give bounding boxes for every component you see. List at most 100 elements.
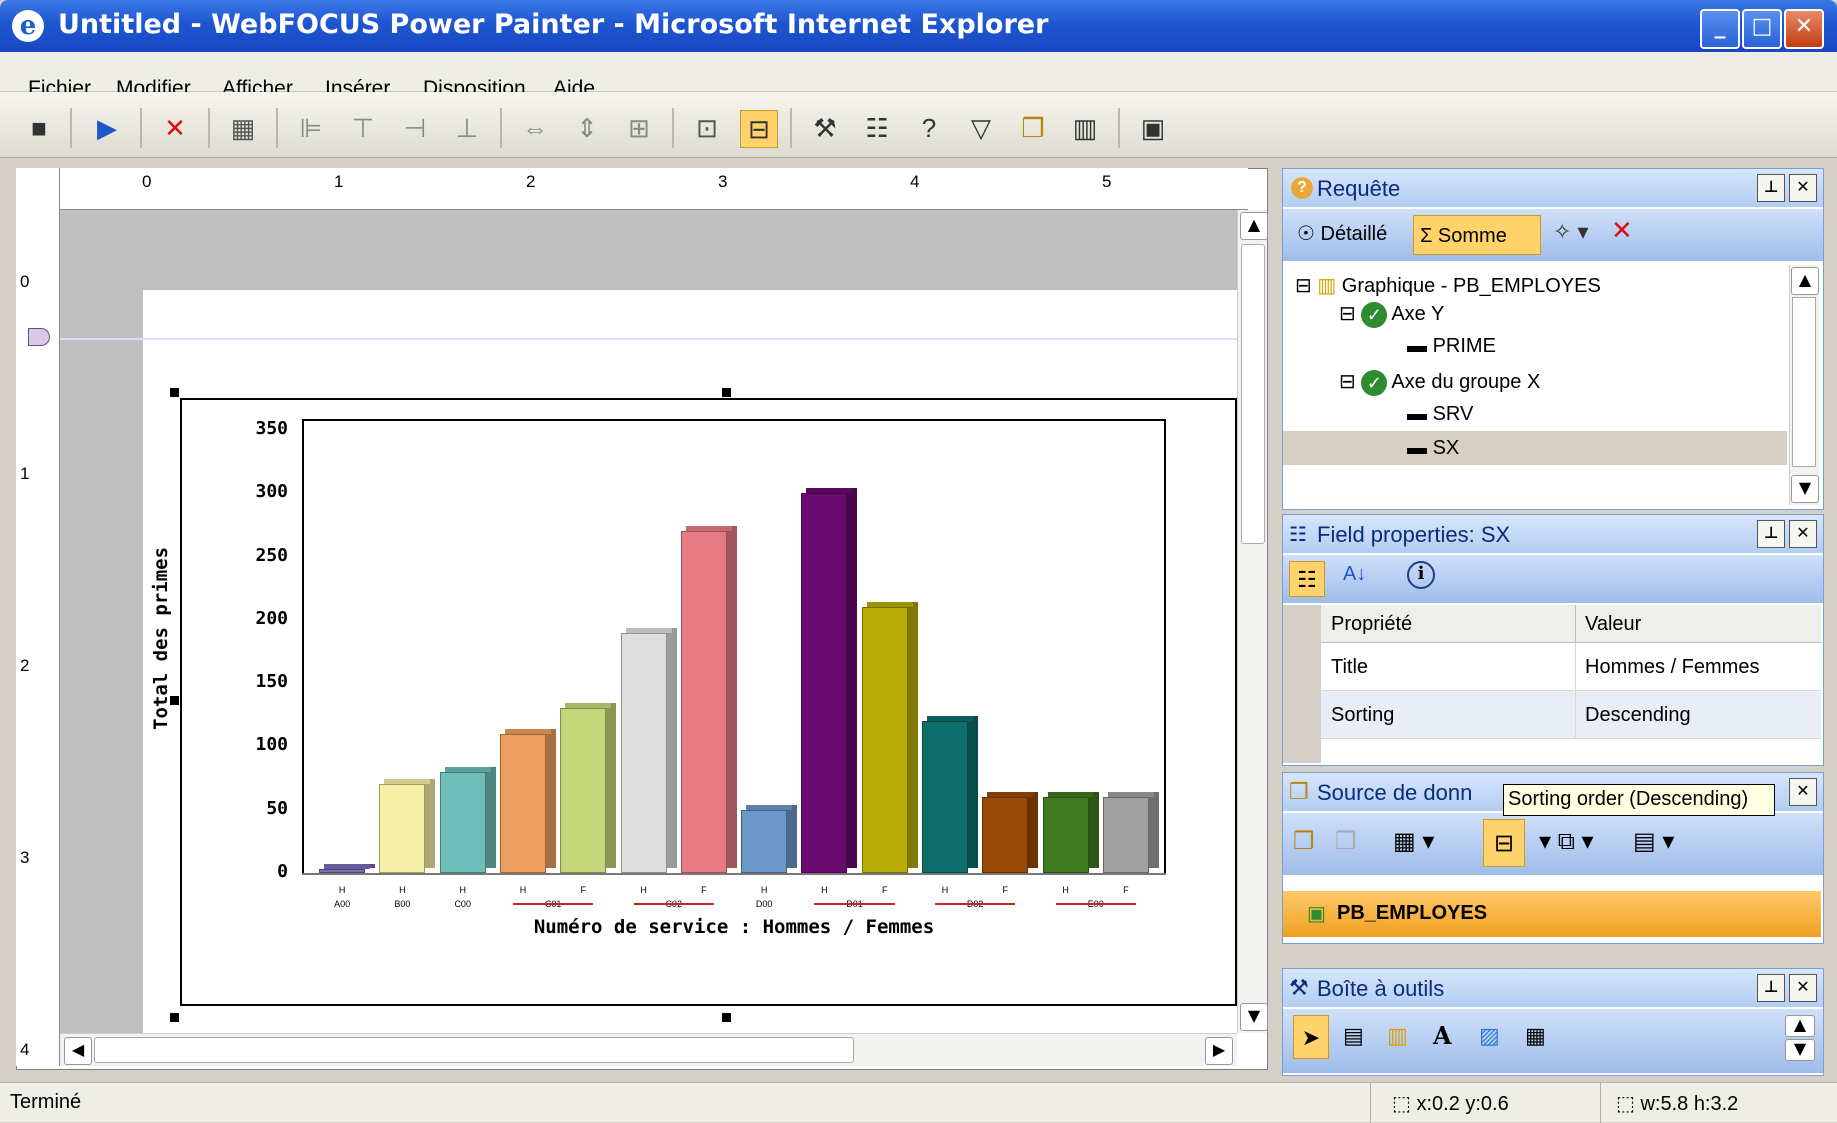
- image-tool-icon[interactable]: ▨: [1479, 1023, 1500, 1049]
- requete-title: Requête: [1317, 176, 1401, 201]
- tree-scrollbar[interactable]: ▲ ▼: [1789, 265, 1819, 505]
- toolbar-separator: [672, 108, 674, 148]
- save-icon[interactable]: ■: [24, 113, 54, 143]
- bar-top: [1107, 792, 1154, 798]
- resize-handle[interactable]: [722, 1013, 731, 1022]
- x-axis-line: [302, 873, 1166, 875]
- delete-icon[interactable]: ✕: [1611, 215, 1633, 246]
- text-tool-icon[interactable]: A: [1433, 1021, 1452, 1050]
- wand-icon[interactable]: ✧ ▾: [1553, 219, 1589, 245]
- chart-icon[interactable]: ▥: [1070, 113, 1100, 143]
- tree-node-axe-y[interactable]: ⊟ ✓ Axe Y: [1339, 301, 1444, 328]
- align-right-icon[interactable]: ⊣: [400, 113, 430, 143]
- position-readout: ⬚ x:0.2 y:0.6: [1392, 1091, 1509, 1116]
- calc-icon[interactable]: ▦ ▾: [1393, 827, 1434, 856]
- source-item[interactable]: ▣ PB_EMPLOYES: [1283, 891, 1821, 937]
- bar: [680, 531, 727, 873]
- join-icon[interactable]: ▾ ⧉ ▾: [1539, 827, 1594, 856]
- scroll-thumb[interactable]: [1792, 297, 1816, 467]
- pin-button[interactable]: ⊥: [1757, 174, 1785, 202]
- filter-icon[interactable]: ▽: [966, 113, 996, 143]
- help-icon[interactable]: ?: [914, 113, 944, 143]
- panel-close-button[interactable]: ✕: [1789, 778, 1817, 806]
- scroll-up-button[interactable]: ▲: [1240, 212, 1268, 240]
- bar-side: [606, 703, 617, 868]
- datasource-icon[interactable]: ❒: [1018, 113, 1048, 143]
- toolbox-panel: ⚒ Boîte à outils ⊥ ✕ ➤ ▤ ▥ A ▨ ▦ ▲ ▼: [1282, 968, 1824, 1076]
- remove-source-icon[interactable]: ❒: [1335, 827, 1357, 856]
- detail-tab[interactable]: ☉ Détaillé: [1297, 221, 1387, 246]
- scroll-down-button[interactable]: ▼: [1785, 1039, 1815, 1061]
- list-view-icon[interactable]: ▤ ▾: [1633, 827, 1674, 856]
- delete-icon[interactable]: ✕: [160, 113, 190, 143]
- same-height-icon[interactable]: ⇕: [572, 113, 602, 143]
- tree-node-sx[interactable]: ▬ SX: [1407, 437, 1459, 460]
- pointer-tool-icon[interactable]: ➤: [1293, 1015, 1329, 1059]
- tree-node-axe-x[interactable]: ⊟ ✓ Axe du groupe X: [1339, 369, 1540, 396]
- chart-tool-icon[interactable]: ▥: [1387, 1023, 1408, 1049]
- same-size-icon[interactable]: ⊞: [624, 113, 654, 143]
- align-top-icon[interactable]: ⊤: [348, 113, 378, 143]
- panel-close-button[interactable]: ✕: [1789, 974, 1817, 1002]
- horizontal-ruler: 0 1 2 3 4 5: [16, 168, 1248, 210]
- tree-node-prime[interactable]: ▬ PRIME: [1407, 335, 1496, 358]
- prop-row-sorting[interactable]: Sorting Descending: [1321, 691, 1821, 739]
- bar-top: [444, 766, 491, 772]
- ruler-tool-icon[interactable]: ▦: [1525, 1023, 1546, 1049]
- pin-button[interactable]: ⊥: [1757, 974, 1785, 1002]
- align-bottom-icon[interactable]: ⊥: [452, 113, 482, 143]
- layout-icon[interactable]: ⊟: [740, 110, 778, 148]
- maximize-button[interactable]: □: [1742, 9, 1782, 49]
- minimize-button[interactable]: _: [1700, 9, 1740, 49]
- prop-row-title[interactable]: Title Hommes / Femmes: [1321, 643, 1821, 691]
- bar: [741, 809, 788, 873]
- bar-side: [907, 602, 918, 868]
- add-source-icon[interactable]: ❒: [1293, 827, 1315, 856]
- x-tick-label: F: [580, 885, 587, 895]
- resize-handle[interactable]: [170, 388, 179, 397]
- sort-az-icon[interactable]: A↓: [1343, 563, 1366, 586]
- scroll-thumb[interactable]: [94, 1037, 854, 1063]
- x-group-bracket: [633, 899, 714, 905]
- vertical-scrollbar[interactable]: ▲ ▼: [1237, 210, 1268, 1033]
- scroll-up-button[interactable]: ▲: [1791, 267, 1819, 295]
- tree-label: PRIME: [1432, 335, 1496, 357]
- scroll-left-button[interactable]: ◀: [64, 1037, 92, 1065]
- tree-node-srv[interactable]: ▬ SRV: [1407, 403, 1473, 426]
- field-icon: ▬: [1407, 335, 1433, 357]
- run-icon[interactable]: ▶: [92, 113, 122, 143]
- preview-icon[interactable]: ▣: [1138, 113, 1168, 143]
- x-group-bracket: [513, 899, 594, 905]
- scroll-down-button[interactable]: ▼: [1791, 475, 1819, 503]
- snap-icon[interactable]: ⊡: [692, 113, 722, 143]
- section-marker[interactable]: [28, 328, 50, 346]
- tree-view-icon[interactable]: ⊟: [1483, 819, 1525, 867]
- scroll-thumb[interactable]: [1241, 244, 1265, 544]
- y-tick-label: 300: [255, 481, 288, 503]
- same-width-icon[interactable]: ⇔: [520, 113, 550, 143]
- report-tool-icon[interactable]: ▤: [1343, 1023, 1364, 1049]
- resize-handle[interactable]: [170, 1013, 179, 1022]
- toolbar-separator: [208, 108, 210, 148]
- pin-button[interactable]: ⊥: [1757, 520, 1785, 548]
- scroll-down-button[interactable]: ▼: [1240, 1003, 1268, 1031]
- info-icon[interactable]: i: [1407, 561, 1435, 589]
- panel-close-button[interactable]: ✕: [1789, 174, 1817, 202]
- scroll-up-button[interactable]: ▲: [1785, 1015, 1815, 1037]
- somme-tab[interactable]: Σ Somme: [1413, 215, 1541, 255]
- tree-node-graphique[interactable]: ⊟ ▥ Graphique - PB_EMPLOYES: [1295, 273, 1601, 298]
- panel-close-button[interactable]: ✕: [1789, 520, 1817, 548]
- align-left-icon[interactable]: ⊫: [296, 113, 326, 143]
- close-button[interactable]: ✕: [1784, 9, 1824, 49]
- resize-handle[interactable]: [722, 388, 731, 397]
- tree-label: SX: [1432, 437, 1460, 459]
- horizontal-scrollbar[interactable]: ◀ ▶: [60, 1033, 1237, 1066]
- scroll-right-button[interactable]: ▶: [1205, 1037, 1233, 1065]
- x-group-label: D00: [755, 899, 773, 909]
- tools-icon[interactable]: ⚒: [810, 113, 840, 143]
- categorized-icon[interactable]: ☷: [1289, 561, 1325, 597]
- grid-icon[interactable]: ▦: [228, 113, 258, 143]
- bar-top: [324, 864, 371, 869]
- row-gutter: [1283, 605, 1321, 763]
- properties-icon[interactable]: ☷: [862, 113, 892, 143]
